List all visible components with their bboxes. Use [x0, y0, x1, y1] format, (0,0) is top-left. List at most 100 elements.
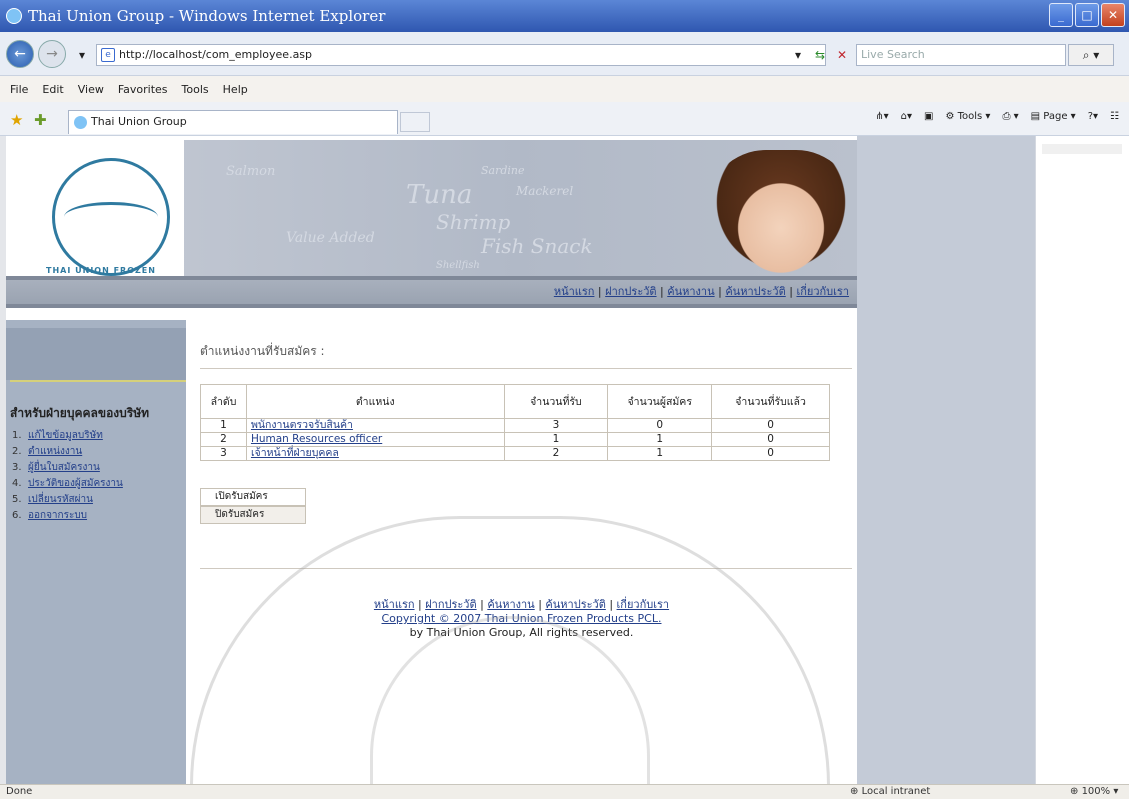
tools-menu[interactable]: ⚙ Tools ▾ [945, 111, 990, 122]
sidebar-item: 6. ออกจากระบบ [12, 508, 123, 524]
cell-order: 1 [200, 418, 247, 433]
sidebar-item-edit-company[interactable]: แก้ไขข้อมูลบริษัท [28, 430, 103, 441]
footer-link-search-resume[interactable]: ค้นหาประวัติ [545, 598, 605, 611]
menu-help[interactable]: Help [223, 83, 248, 96]
footer-link-search-jobs[interactable]: ค้นหางาน [487, 598, 534, 611]
sidebar: สำหรับฝ่ายบุคคลของบริษัท 1. แก้ไขข้อมูลบร… [6, 320, 186, 784]
menu-view[interactable]: View [78, 83, 104, 96]
zoom-level[interactable]: ⊕ 100% ▾ [1070, 785, 1118, 799]
item-number: 4. [12, 478, 22, 489]
maximize-button[interactable]: □ [1075, 3, 1099, 27]
research-icon[interactable]: ☷ [1110, 111, 1119, 122]
favorites-star-icon[interactable]: ★ [10, 111, 23, 129]
nav-search-jobs[interactable]: ค้นหางาน [667, 285, 714, 298]
item-number: 3. [12, 462, 22, 473]
add-favorites-icon[interactable]: ✚ [34, 111, 47, 129]
help-icon[interactable]: ?▾ [1088, 111, 1098, 122]
ie-icon [6, 8, 22, 24]
cell-hired: 0 [711, 446, 830, 461]
item-number: 5. [12, 494, 22, 505]
sidebar-item: 1. แก้ไขข้อมูลบริษัท [12, 428, 123, 444]
cell-order: 3 [200, 446, 247, 461]
col-header-applicants: จำนวนผู้สมัคร [607, 384, 713, 419]
stop-icon[interactable]: ✕ [832, 45, 852, 65]
col-header-order: ลำดับ [200, 384, 247, 419]
banner-word: Fish Snack [481, 234, 593, 258]
banner-word: Tuna [406, 180, 473, 210]
cell-applicants: 1 [607, 432, 713, 447]
zone-label: Local intranet [861, 786, 931, 797]
tools-label: Tools [957, 111, 983, 122]
company-logo: THAI UNION FROZEN PRODUCTS PCL. [6, 140, 184, 284]
sidebar-item-logout[interactable]: ออกจากระบบ [28, 510, 87, 521]
position-link[interactable]: พนักงานตรวจรับสินค้า [251, 419, 353, 431]
vertical-scrollbar[interactable] [1035, 136, 1129, 784]
new-tab-button[interactable] [400, 112, 430, 132]
banner-word: Salmon [226, 164, 276, 179]
nav-deposit-resume[interactable]: ฝากประวัติ [605, 285, 656, 298]
feeds-icon[interactable]: ⋔▾ [875, 111, 888, 122]
url-text: http://localhost/com_employee.asp [119, 48, 313, 61]
footer-link-home[interactable]: หน้าแรก [374, 598, 415, 611]
close-applications-button[interactable]: ปิดรับสมัคร [200, 506, 306, 524]
cell-openings: 1 [503, 432, 609, 447]
close-button[interactable]: ✕ [1101, 3, 1125, 27]
page-viewport: Salmon Sardine Tuna Mackerel Shrimp Valu… [0, 136, 1129, 784]
home-icon[interactable]: ⌂▾ [901, 111, 912, 122]
print-preview-icon[interactable]: ▣ [924, 111, 933, 122]
tab-favicon-icon [74, 116, 87, 129]
menu-tools[interactable]: Tools [182, 83, 209, 96]
sidebar-item-change-password[interactable]: เปลี่ยนรหัสผ่าน [28, 494, 93, 505]
banner-word: Shellfish [436, 260, 480, 271]
table-row: 3 เจ้าหน้าที่ฝ่ายบุคคล 2 1 0 [200, 446, 830, 461]
page-menu[interactable]: ▤ Page ▾ [1031, 111, 1076, 122]
banner-word: Value Added [286, 230, 375, 246]
sidebar-item-positions[interactable]: ตำแหน่งงาน [28, 446, 82, 457]
status-text: Done [6, 786, 33, 797]
forward-icon[interactable]: → [38, 40, 66, 68]
cell-applicants: 0 [607, 418, 713, 433]
search-icon[interactable]: ⌕ ▾ [1068, 44, 1114, 66]
footer-link-about-us[interactable]: เกี่ยวกับเรา [617, 598, 670, 611]
cell-position: เจ้าหน้าที่ฝ่ายบุคคล [245, 446, 505, 461]
table-row: 1 พนักงานตรวจรับสินค้า 3 0 0 [200, 418, 830, 433]
cell-openings: 3 [503, 418, 609, 433]
browser-tab[interactable]: Thai Union Group [68, 110, 398, 134]
url-dropdown-icon[interactable]: ▾ [788, 45, 808, 65]
sidebar-item-applicants[interactable]: ผู้ยื่นใบสมัครงาน [28, 462, 100, 473]
refresh-icon[interactable]: ⇆ [810, 45, 830, 65]
tab-label: Thai Union Group [91, 115, 187, 128]
sidebar-item: 3. ผู้ยื่นใบสมัครงาน [12, 460, 123, 476]
search-input[interactable]: Live Search [856, 44, 1066, 66]
scroll-up-arrow[interactable] [1042, 144, 1122, 154]
url-input[interactable]: e http://localhost/com_employee.asp [96, 44, 826, 66]
menu-favorites[interactable]: Favorites [118, 83, 168, 96]
page-title: ตำแหน่งงานที่รับสมัคร : [200, 344, 325, 358]
nav-search-resume[interactable]: ค้นหาประวัติ [725, 285, 785, 298]
banner-word: Shrimp [436, 210, 511, 234]
menu-file[interactable]: File [10, 83, 28, 96]
cell-order: 2 [200, 432, 247, 447]
security-zone[interactable]: ⊕ Local intranet [850, 785, 930, 799]
sidebar-header [6, 328, 186, 380]
sidebar-item: 4. ประวัติของผู้สมัครงาน [12, 476, 123, 492]
window-title: Thai Union Group - Windows Internet Expl… [28, 7, 386, 25]
footer-link-deposit-resume[interactable]: ฝากประวัติ [425, 598, 476, 611]
print-icon[interactable]: ⎙ ▾ [1002, 111, 1018, 122]
window-titlebar: Thai Union Group - Windows Internet Expl… [0, 0, 1129, 32]
menu-edit[interactable]: Edit [42, 83, 63, 96]
col-header-position: ตำแหน่ง [245, 384, 505, 419]
position-link[interactable]: เจ้าหน้าที่ฝ่ายบุคคล [251, 447, 339, 459]
sidebar-divider [10, 380, 186, 382]
sidebar-item-applicant-resumes[interactable]: ประวัติของผู้สมัครงาน [28, 478, 123, 489]
back-icon[interactable]: ← [6, 40, 34, 68]
open-applications-button[interactable]: เปิดรับสมัคร [200, 488, 306, 506]
position-link[interactable]: Human Resources officer [251, 433, 382, 445]
nav-about-us[interactable]: เกี่ยวกับเรา [796, 285, 849, 298]
history-dropdown-icon[interactable]: ▾ [72, 45, 92, 65]
nav-home[interactable]: หน้าแรก [554, 285, 595, 298]
minimize-button[interactable]: _ [1049, 3, 1073, 27]
woman-photo [706, 150, 856, 280]
sidebar-title: สำหรับฝ่ายบุคคลของบริษัท [10, 406, 150, 420]
col-header-hired: จำนวนที่รับแล้ว [711, 384, 830, 419]
